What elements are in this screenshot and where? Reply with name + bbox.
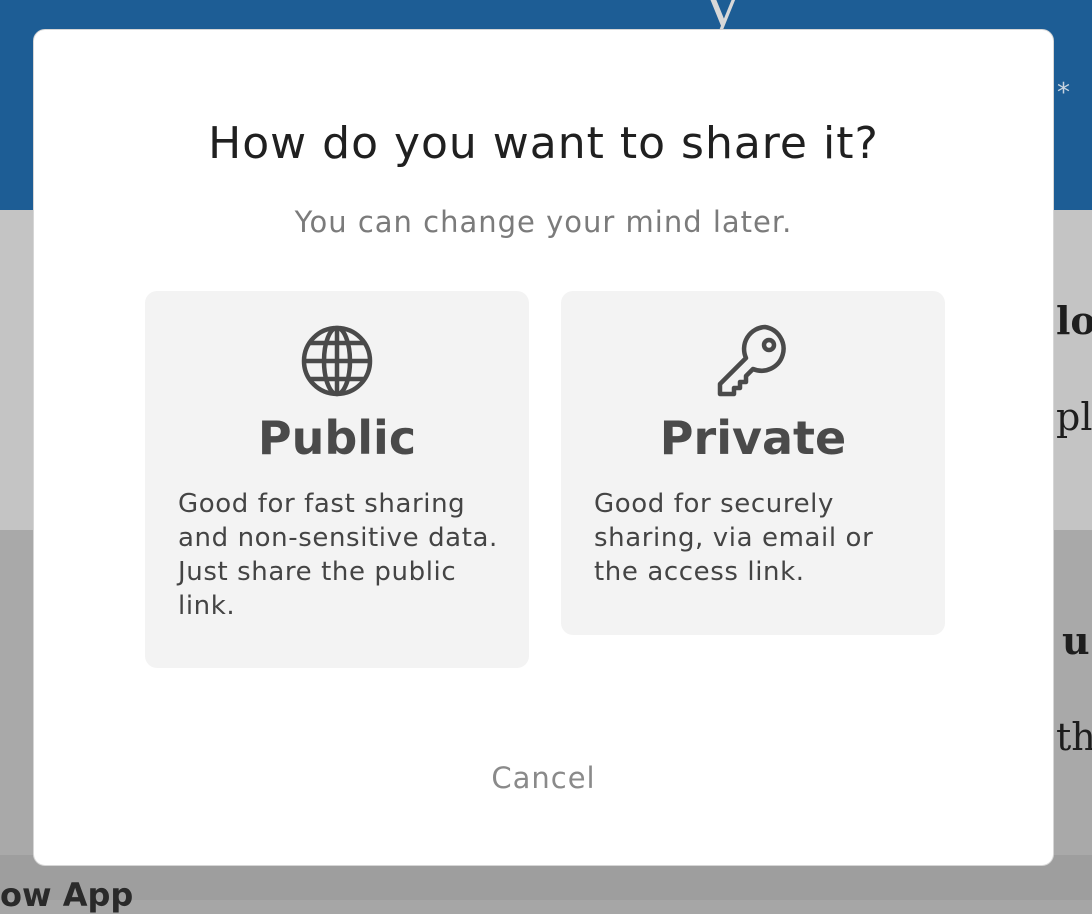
share-dialog: How do you want to share it? You can cha… [33, 29, 1054, 866]
background-app-title: ow App [0, 876, 134, 914]
cancel-button[interactable]: Cancel [34, 764, 1053, 793]
public-option-description: Good for fast sharing and non-sensitive … [178, 489, 498, 621]
private-option-title: Private [659, 411, 847, 465]
background-heading-fragment: lo [1056, 298, 1092, 343]
key-icon [717, 324, 786, 397]
public-option-title: Public [257, 411, 417, 465]
public-option-card[interactable]: Public Good for fast sharing and non-sen… [145, 291, 529, 668]
private-option-description: Good for securely sharing, via email or … [594, 489, 874, 587]
private-option-card[interactable]: Private Good for securely sharing, via e… [561, 291, 945, 635]
background-heading-fragment: u [1062, 618, 1090, 663]
background-text-fragment: th [1056, 715, 1092, 759]
dialog-subtitle: You can change your mind later. [294, 205, 793, 239]
dialog-title: How do you want to share it? [208, 118, 879, 169]
background-text-fragment: pl [1056, 395, 1092, 439]
background-asterisk: * [1057, 78, 1070, 108]
globe-icon [301, 325, 373, 397]
